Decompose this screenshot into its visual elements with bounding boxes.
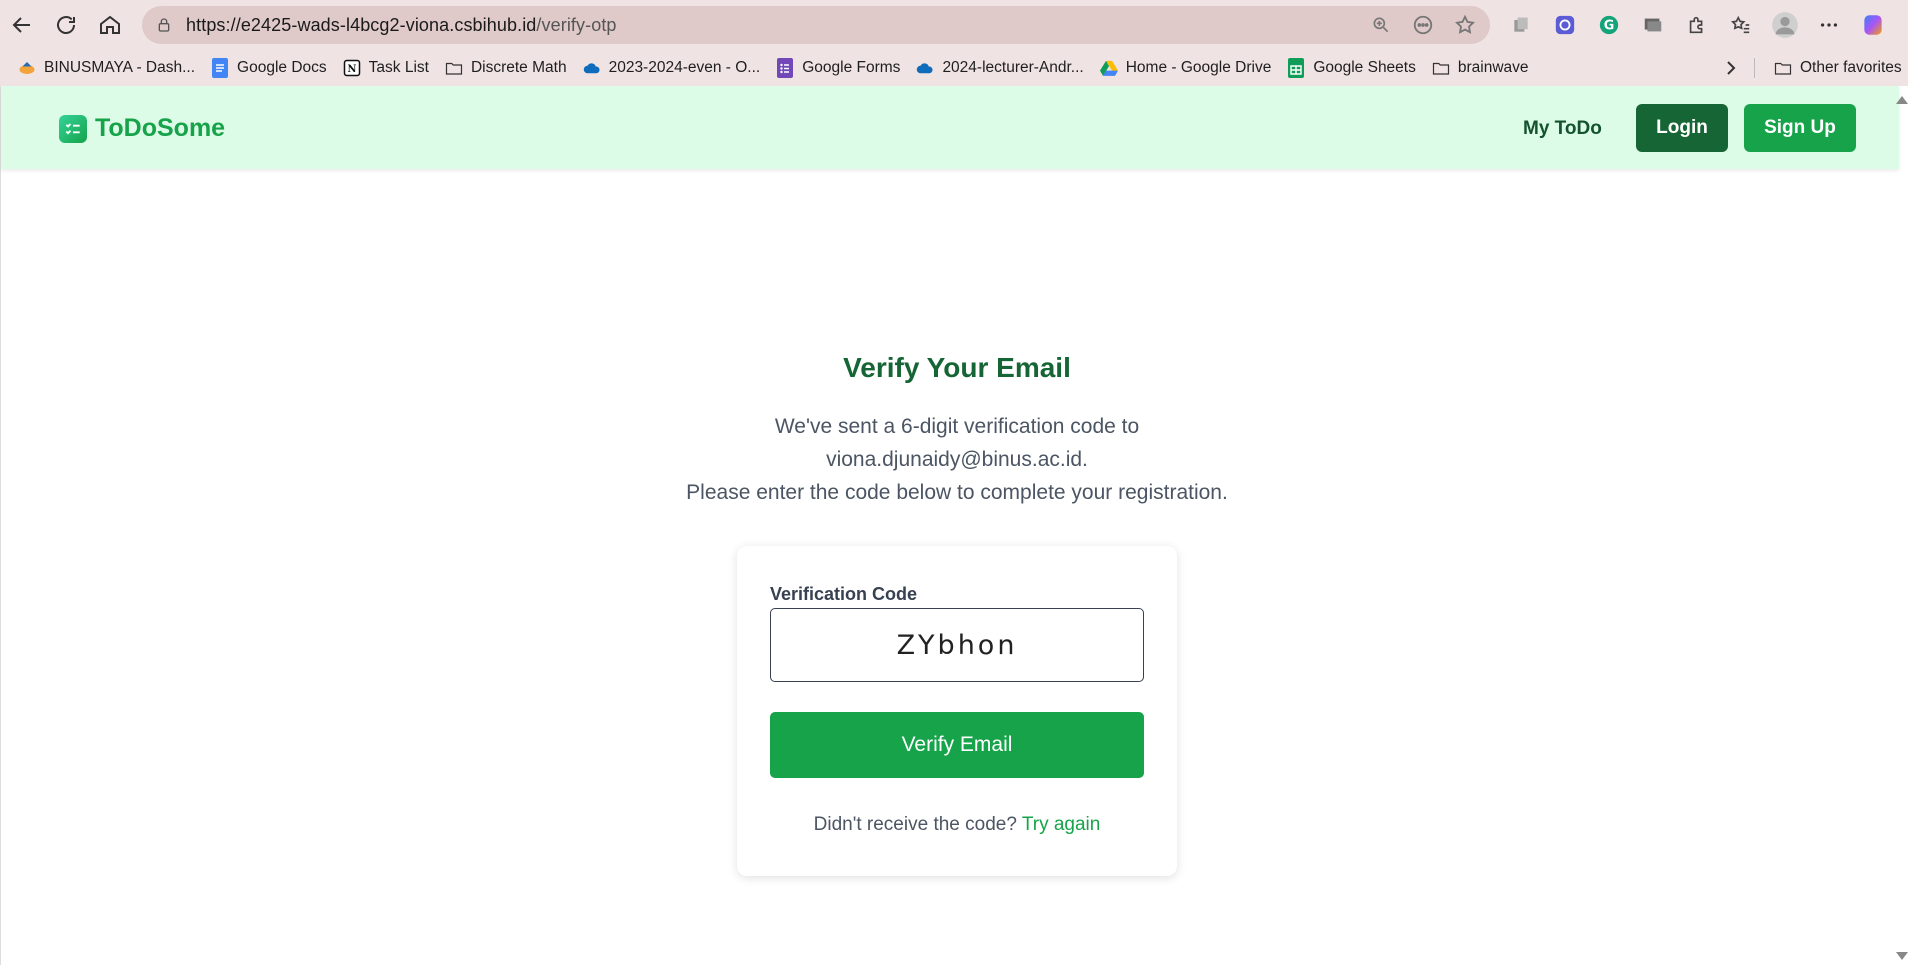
brand[interactable]: ToDoSome bbox=[59, 114, 225, 143]
extensions-puzzle-icon[interactable] bbox=[1679, 7, 1715, 43]
folder-icon bbox=[1774, 59, 1792, 77]
extension-purple-icon[interactable] bbox=[1547, 7, 1583, 43]
verification-description: We've sent a 6-digit verification code t… bbox=[1, 410, 1908, 509]
bookmark-google-docs[interactable]: Google Docs bbox=[203, 53, 335, 83]
try-again-link[interactable]: Try again bbox=[1022, 814, 1101, 835]
bookmark-task-list[interactable]: N Task List bbox=[335, 53, 437, 83]
description-line-1: We've sent a 6-digit verification code t… bbox=[774, 415, 1140, 438]
nav-link-my-todo[interactable]: My ToDo bbox=[1523, 118, 1602, 140]
bookmark-discrete-math[interactable]: Discrete Math bbox=[437, 53, 575, 83]
reload-icon[interactable] bbox=[48, 7, 84, 43]
google-drive-icon bbox=[1099, 59, 1118, 77]
back-icon[interactable] bbox=[4, 7, 40, 43]
resend-row: Didn't receive the code? Try again bbox=[737, 814, 1177, 836]
verify-email-button[interactable]: Verify Email bbox=[770, 712, 1144, 778]
favorites-list-icon[interactable] bbox=[1723, 7, 1759, 43]
verification-code-label: Verification Code bbox=[770, 584, 918, 604]
description-line-3: Please enter the code below to complete … bbox=[686, 481, 1228, 504]
onedrive-icon bbox=[583, 59, 601, 77]
bookmark-2024-lecturer[interactable]: 2024-lecturer-Andr... bbox=[908, 53, 1091, 83]
resend-text: Didn't receive the code? bbox=[813, 814, 1017, 835]
page-title: Verify Your Email bbox=[843, 352, 1071, 383]
url-text: https://e2425-wads-l4bcg2-viona.csbihub.… bbox=[186, 14, 617, 35]
verification-code-input[interactable] bbox=[770, 608, 1144, 682]
web-page: ToDoSome My ToDo Login Sign Up Verify Yo… bbox=[0, 86, 1908, 965]
signup-button[interactable]: Sign Up bbox=[1744, 104, 1856, 152]
grammarly-icon[interactable]: G bbox=[1591, 7, 1627, 43]
brand-name: ToDoSome bbox=[95, 114, 226, 142]
more-options-icon[interactable] bbox=[1811, 7, 1847, 43]
google-sheets-icon bbox=[1287, 58, 1305, 78]
onedrive-icon bbox=[916, 59, 934, 77]
verify-card: Verification Code Verify Email Didn't re… bbox=[737, 546, 1177, 876]
description-email: viona.djunaidy@binus.ac.id. bbox=[826, 448, 1088, 471]
bookmarks-bar: BINUSMAYA - Dash... Google Docs N Task L… bbox=[0, 50, 1908, 86]
bookmark-brainwave[interactable]: brainwave bbox=[1424, 53, 1537, 83]
bookmark-2023-2024-even[interactable]: 2023-2024-even - O... bbox=[575, 53, 769, 83]
bookmark-binusmaya[interactable]: BINUSMAYA - Dash... bbox=[10, 53, 203, 83]
google-docs-icon bbox=[211, 58, 229, 78]
reading-mode-icon[interactable] bbox=[1408, 10, 1438, 40]
bookmarks-divider bbox=[1754, 58, 1755, 78]
screen-extension-icon[interactable] bbox=[1635, 7, 1671, 43]
site-info-icon[interactable] bbox=[152, 13, 176, 37]
bookmark-google-forms[interactable]: Google Forms bbox=[768, 53, 908, 83]
notion-icon: N bbox=[343, 59, 361, 77]
login-button[interactable]: Login bbox=[1636, 104, 1728, 152]
bookmark-other-favorites[interactable]: Other favorites bbox=[1766, 53, 1908, 83]
collections-icon[interactable] bbox=[1503, 7, 1539, 43]
chevron-right-icon[interactable] bbox=[1716, 53, 1746, 83]
copilot-icon[interactable] bbox=[1855, 7, 1891, 43]
binusmaya-icon bbox=[18, 59, 36, 77]
browser-toolbar: https://e2425-wads-l4bcg2-viona.csbihub.… bbox=[0, 0, 1908, 50]
favorite-star-icon[interactable] bbox=[1450, 10, 1480, 40]
todo-logo-icon bbox=[59, 114, 87, 143]
scroll-down-arrow[interactable] bbox=[1896, 952, 1908, 960]
home-icon[interactable] bbox=[92, 7, 128, 43]
scroll-up-arrow[interactable] bbox=[1896, 96, 1908, 104]
profile-avatar-icon[interactable] bbox=[1767, 7, 1803, 43]
folder-icon bbox=[1432, 59, 1450, 77]
folder-icon bbox=[445, 59, 463, 77]
zoom-icon[interactable] bbox=[1366, 10, 1396, 40]
bookmark-google-drive[interactable]: Home - Google Drive bbox=[1092, 53, 1280, 83]
google-forms-icon bbox=[776, 58, 794, 78]
site-navbar: ToDoSome My ToDo Login Sign Up bbox=[1, 86, 1899, 169]
address-bar[interactable]: https://e2425-wads-l4bcg2-viona.csbihub.… bbox=[142, 6, 1490, 44]
svg-text:N: N bbox=[347, 64, 356, 75]
bookmark-google-sheets[interactable]: Google Sheets bbox=[1279, 53, 1424, 83]
svg-text:G: G bbox=[1604, 19, 1615, 34]
